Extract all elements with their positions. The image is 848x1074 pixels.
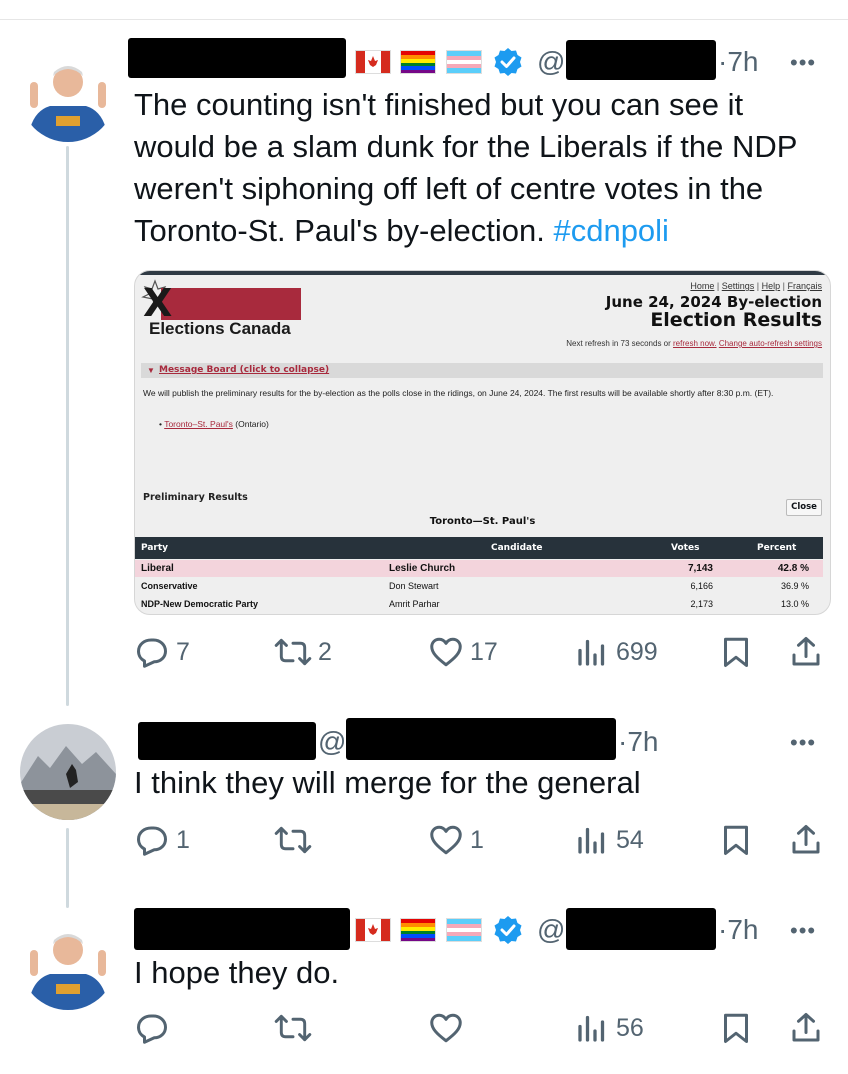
- embed-message: We will publish the preliminary results …: [143, 388, 774, 398]
- reply-button[interactable]: [134, 1008, 176, 1048]
- redacted-display-name: [138, 722, 316, 760]
- repost-button[interactable]: 2: [274, 632, 332, 672]
- redacted-display-name: [134, 908, 350, 950]
- share-icon: [792, 1013, 820, 1042]
- share-button[interactable]: [788, 1008, 824, 1048]
- reply-button[interactable]: 1: [134, 820, 190, 860]
- thread-line: [66, 828, 69, 908]
- like-button[interactable]: [428, 1008, 470, 1048]
- handle-at: @: [537, 914, 566, 945]
- rainbow-flag-icon: [400, 50, 436, 74]
- tweet-text: The counting isn't finished but you can …: [134, 87, 797, 248]
- views-button[interactable]: 56: [574, 1008, 644, 1048]
- views-icon: [578, 1015, 605, 1042]
- redacted-display-name: [128, 38, 346, 78]
- like-button[interactable]: 1: [428, 820, 484, 860]
- image-top-bar: [135, 271, 830, 275]
- repost-button[interactable]: [274, 1008, 318, 1048]
- share-icon: [792, 637, 820, 666]
- more-icon[interactable]: •••: [790, 918, 816, 944]
- author-avatar[interactable]: [20, 914, 116, 1010]
- redacted-handle: [566, 40, 716, 80]
- reply-button[interactable]: 7: [134, 632, 190, 672]
- author-avatar[interactable]: [20, 46, 116, 142]
- share-icon: [792, 825, 820, 854]
- reply-icon: [137, 1014, 167, 1044]
- trans-flag-icon: [446, 50, 482, 74]
- embed-table-header: Party Candidate Votes Percent: [135, 537, 823, 559]
- views-icon: [578, 639, 605, 666]
- embed-results-title: Election Results: [650, 309, 822, 331]
- tweet-time[interactable]: ·7h: [718, 914, 758, 946]
- bookmark-icon: [724, 1013, 748, 1043]
- embed-message-board: ▼ Message Board (click to collapse): [141, 363, 823, 378]
- tweet-text: I think they will merge for the general: [134, 765, 641, 800]
- repost-icon: [274, 638, 312, 666]
- share-button[interactable]: [788, 632, 824, 672]
- embed-close-button: Close: [786, 499, 822, 516]
- like-icon: [430, 825, 462, 855]
- bookmark-button[interactable]: [718, 1008, 754, 1048]
- tweet-actions: 1 1 54: [134, 820, 828, 860]
- hashtag-link[interactable]: #cdnpoli: [553, 213, 668, 248]
- embed-riding-link: • Toronto–St. Paul's (Ontario): [159, 419, 269, 429]
- share-button[interactable]: [788, 820, 824, 860]
- thread-line: [66, 146, 69, 706]
- bookmark-button[interactable]: [718, 820, 754, 860]
- bookmark-button[interactable]: [718, 632, 754, 672]
- author-avatar[interactable]: [20, 724, 116, 820]
- views-button[interactable]: 54: [574, 820, 644, 860]
- verified-icon: [493, 47, 523, 82]
- verified-icon: [493, 915, 523, 950]
- embed-table-row: NDP-New Democratic Party Amrit Parhar 2,…: [141, 599, 809, 609]
- tweet-text: I hope they do.: [134, 955, 340, 990]
- views-button[interactable]: 699: [574, 632, 658, 672]
- bookmark-icon: [724, 825, 748, 855]
- embed-riding-title: Toronto—St. Paul's: [429, 516, 536, 527]
- like-icon: [430, 1013, 462, 1043]
- attached-image[interactable]: X Elections Canada Home | Settings | Hel…: [134, 270, 831, 615]
- redacted-handle: [566, 908, 716, 950]
- repost-button[interactable]: [274, 820, 318, 860]
- more-icon[interactable]: •••: [790, 50, 816, 76]
- embed-prelim-label: Preliminary Results: [143, 492, 248, 503]
- tweet-time[interactable]: ·7h: [718, 46, 758, 78]
- handle-at: @: [537, 46, 566, 77]
- rainbow-flag-icon: [400, 918, 436, 942]
- embed-refresh: Next refresh in 73 seconds or refresh no…: [566, 339, 822, 348]
- repost-icon: [274, 1014, 312, 1042]
- canada-flag-icon: [355, 918, 391, 942]
- embed-nav: Home | Settings | Help | Français: [690, 281, 822, 291]
- like-icon: [430, 637, 462, 667]
- like-button[interactable]: 17: [428, 632, 498, 672]
- handle-at: @: [318, 726, 347, 757]
- trans-flag-icon: [446, 918, 482, 942]
- views-icon: [578, 827, 605, 854]
- canada-flag-icon: [355, 50, 391, 74]
- bookmark-icon: [724, 637, 748, 667]
- top-divider: [0, 19, 848, 20]
- repost-icon: [274, 826, 312, 854]
- tweet-actions: 56: [134, 1008, 828, 1048]
- reply-icon: [137, 638, 167, 668]
- reply-icon: [137, 826, 167, 856]
- tweet-actions: 7 2 17 699: [134, 632, 828, 672]
- more-icon[interactable]: •••: [790, 730, 816, 756]
- redacted-handle: [346, 718, 616, 760]
- embed-table-row: Conservative Don Stewart 6,166 36.9 %: [141, 581, 809, 591]
- embed-table-row: Liberal Leslie Church 7,143 42.8 %: [135, 560, 823, 577]
- tweet-time[interactable]: ·7h: [618, 726, 658, 758]
